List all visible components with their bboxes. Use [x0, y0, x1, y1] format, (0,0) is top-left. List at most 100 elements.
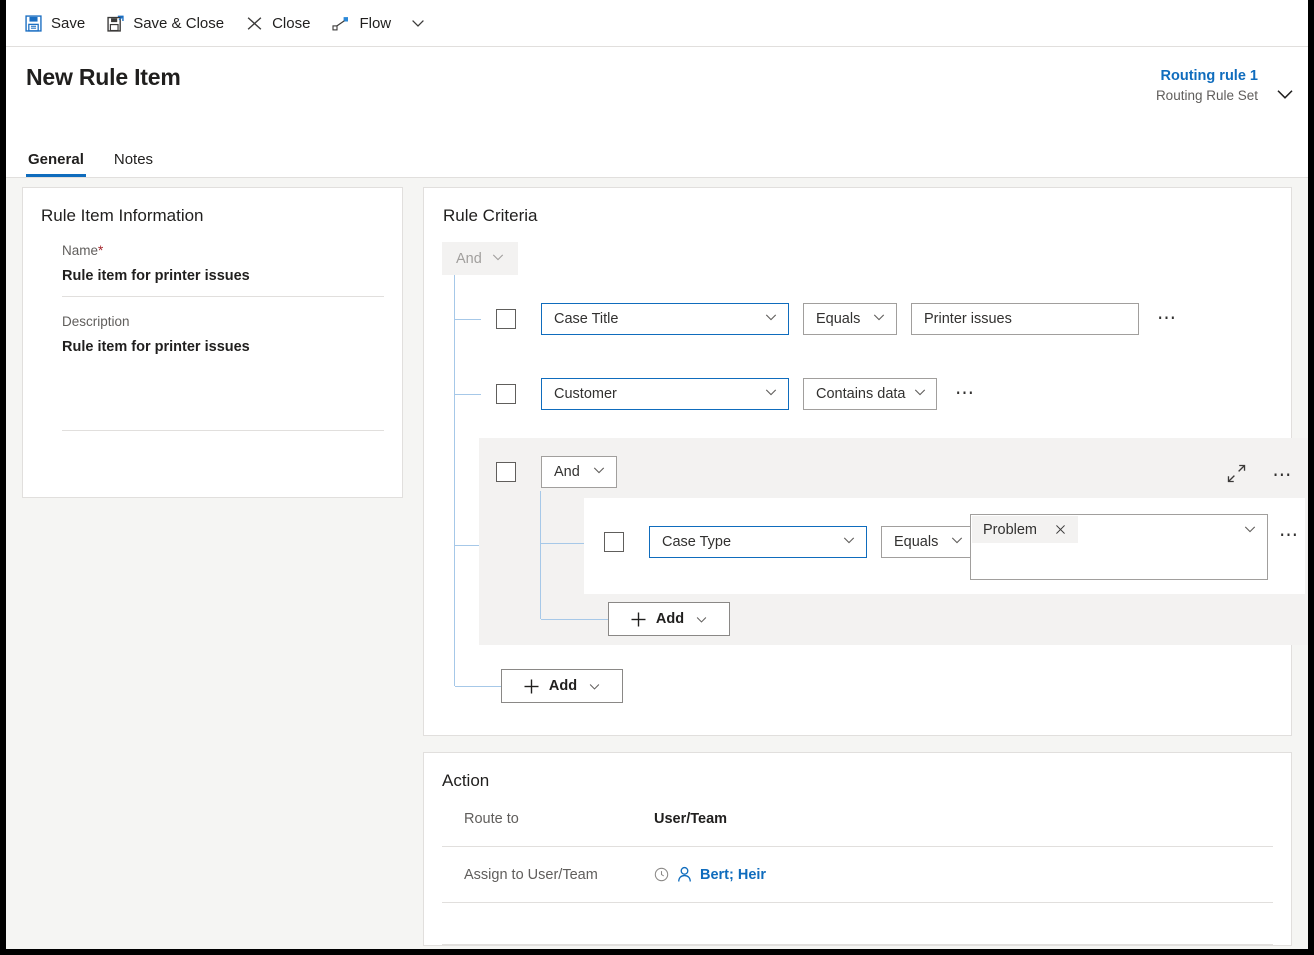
group-operator-dropdown[interactable]: And	[541, 456, 617, 488]
route-to-row: Route to User/Team	[442, 791, 1273, 847]
chevron-down-icon	[756, 310, 778, 328]
save-button[interactable]: Save	[14, 3, 96, 43]
description-input[interactable]: Rule item for printer issues	[62, 329, 384, 431]
operator-dropdown[interactable]: Equals	[881, 526, 975, 558]
name-input[interactable]: Rule item for printer issues	[62, 258, 384, 297]
criteria-row-checkbox[interactable]	[496, 309, 516, 329]
tab-general[interactable]: General	[26, 151, 86, 177]
value-input-text: Printer issues	[924, 311, 1012, 327]
value-input[interactable]: Printer issues	[911, 303, 1139, 335]
criteria-group: ⋯ And Case Type Equals Problem ⋯ Add	[479, 438, 1308, 645]
operator-dropdown-label: Equals	[816, 311, 861, 327]
more-ellipsis-icon[interactable]: ⋯	[1272, 466, 1293, 485]
assign-to-row: Assign to User/Team Bert; Heir	[442, 847, 1273, 903]
flow-icon	[332, 15, 350, 32]
attribute-dropdown-label: Case Type	[662, 534, 732, 550]
more-ellipsis-icon[interactable]: ⋯	[1157, 309, 1178, 328]
chevron-down-icon	[491, 250, 505, 268]
routing-rule-link[interactable]: Routing rule 1	[1156, 66, 1258, 86]
description-label: Description	[62, 314, 130, 329]
save-and-close-button[interactable]: Save & Close	[96, 3, 235, 43]
attribute-dropdown[interactable]: Customer	[541, 378, 789, 410]
save-button-label: Save	[51, 14, 86, 32]
chevron-down-icon	[905, 385, 927, 403]
rule-item-information-title: Rule Item Information	[41, 206, 204, 225]
more-ellipsis-icon[interactable]: ⋯	[1279, 526, 1300, 545]
chevron-down-icon	[584, 463, 606, 481]
chevron-down-icon	[942, 533, 964, 551]
assign-to-lookup[interactable]: Bert; Heir	[654, 866, 766, 883]
criteria-row-checkbox[interactable]	[604, 532, 624, 552]
root-operator-dropdown[interactable]: And	[442, 242, 518, 275]
name-label-text: Name	[62, 243, 99, 258]
value-tag-label: Problem	[983, 521, 1037, 538]
operator-dropdown-label: Contains data	[816, 386, 906, 402]
root-operator-label: And	[456, 250, 482, 267]
chevron-down-icon	[1243, 522, 1257, 541]
close-button[interactable]: Close	[235, 3, 321, 43]
rule-criteria-card: Rule Criteria And Case Title Equals Prin…	[423, 187, 1308, 736]
flow-button-label: Flow	[359, 14, 392, 32]
attribute-dropdown-label: Customer	[554, 386, 617, 402]
tree-branch-line-1	[455, 319, 481, 320]
command-bar-overflow-chevron[interactable]	[402, 3, 434, 43]
group-add-button-label: Add	[655, 611, 685, 627]
more-ellipsis-icon[interactable]: ⋯	[955, 384, 976, 403]
operator-dropdown[interactable]: Equals	[803, 303, 897, 335]
chevron-down-icon	[412, 20, 424, 27]
page-title: New Rule Item	[26, 64, 181, 90]
chevron-down-icon	[834, 533, 856, 551]
required-marker: *	[98, 243, 104, 258]
group-header-row: And	[496, 456, 617, 488]
header-expand-button[interactable]	[1270, 79, 1300, 109]
tree-branch-line-3	[455, 545, 481, 546]
value-tag: Problem	[972, 516, 1078, 543]
plus-icon	[630, 611, 647, 628]
chevron-down-icon	[864, 310, 886, 328]
flow-button[interactable]: Flow	[321, 3, 402, 43]
chevron-down-icon	[695, 613, 708, 626]
criteria-row-checkbox[interactable]	[496, 384, 516, 404]
route-to-label: Route to	[464, 810, 519, 827]
group-tree-branch-line-2	[541, 619, 608, 620]
group-header-actions: ⋯	[1227, 464, 1293, 488]
group-add-button[interactable]: Add	[608, 602, 730, 636]
form-header: New Rule Item Routing rule 1 Routing Rul…	[6, 47, 1308, 178]
tab-notes[interactable]: Notes	[112, 151, 155, 177]
operator-dropdown[interactable]: Contains data	[803, 378, 937, 410]
root-add-button[interactable]: Add	[501, 669, 623, 703]
form-body: Rule Item Information Name* Rule item fo…	[6, 178, 1308, 949]
tree-trunk-line	[454, 275, 455, 686]
action-title: Action	[442, 771, 490, 790]
name-label: Name*	[62, 226, 384, 258]
attribute-dropdown[interactable]: Case Title	[541, 303, 789, 335]
group-checkbox[interactable]	[496, 462, 516, 482]
group-tree-trunk-line	[540, 491, 541, 619]
criteria-row-customer: Customer Contains data ⋯	[496, 378, 976, 410]
command-bar: Save Save & Close Close Flow	[6, 0, 1308, 47]
assign-to-label: Assign to User/Team	[464, 866, 598, 883]
save-icon	[25, 14, 42, 32]
clock-badge-icon	[654, 867, 669, 882]
close-button-label: Close	[272, 14, 311, 32]
collapse-icon[interactable]	[1227, 464, 1246, 488]
header-record-info: Routing rule 1 Routing Rule Set	[1156, 66, 1258, 106]
chevron-down-icon	[1277, 90, 1293, 99]
form-tabs: General Notes	[26, 151, 181, 177]
name-field: Name* Rule item for printer issues	[41, 226, 384, 297]
close-x-icon	[246, 15, 263, 32]
value-multiselect[interactable]: Problem	[970, 514, 1268, 580]
remove-tag-icon[interactable]	[1054, 523, 1067, 536]
attribute-dropdown[interactable]: Case Type	[649, 526, 867, 558]
assign-to-value[interactable]: Bert; Heir	[700, 867, 766, 883]
app-window: Save Save & Close Close Flow New Rule It…	[6, 0, 1308, 949]
tree-branch-line-2	[455, 394, 481, 395]
route-to-value[interactable]: User/Team	[654, 811, 727, 827]
chevron-down-icon	[756, 385, 778, 403]
criteria-row-case-title: Case Title Equals Printer issues ⋯	[496, 303, 1178, 335]
user-icon	[676, 866, 693, 883]
save-and-close-icon	[107, 15, 124, 32]
save-and-close-label: Save & Close	[133, 14, 225, 32]
action-row-spacer	[442, 903, 1273, 945]
plus-icon	[523, 678, 540, 695]
